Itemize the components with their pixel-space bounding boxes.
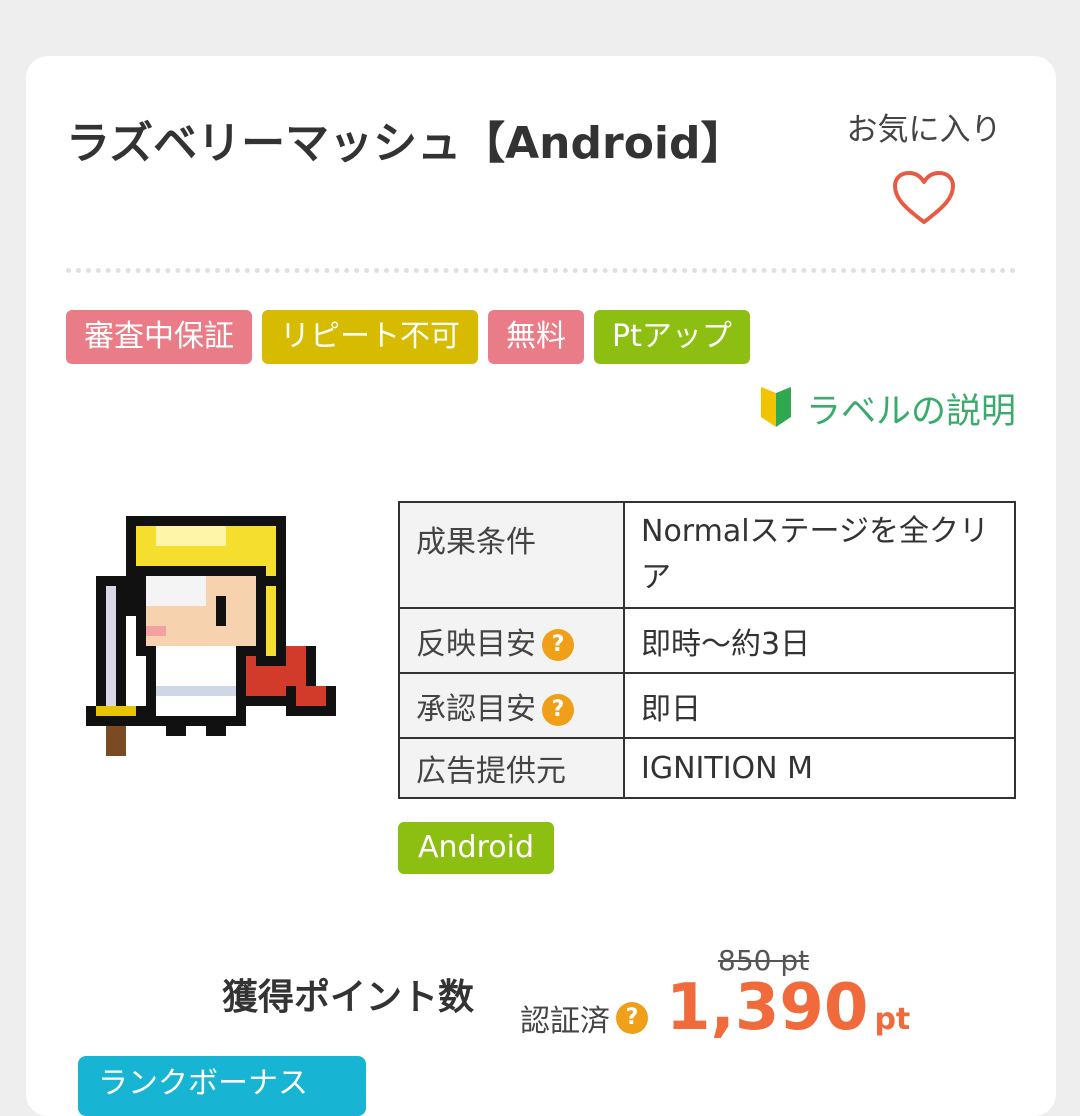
points-value: 1,390 pt: [666, 968, 910, 1048]
verified-label: 認証済: [520, 1004, 610, 1039]
offer-card: ラズベリーマッシュ【Android】 お気に入り 審査中保証 リピート不可 無料…: [26, 56, 1056, 1116]
label-tag: リピート不可: [262, 310, 478, 364]
table-value: 即日: [623, 672, 1016, 739]
table-row: 承認目安? 即日: [398, 672, 1016, 739]
table-value: Normalステージを全クリア: [623, 501, 1016, 609]
page-title: ラズベリーマッシュ【Android】: [66, 118, 745, 169]
label-tag: 審査中保証: [66, 310, 252, 364]
points-unit: pt: [874, 1002, 911, 1037]
label-tag: 無料: [488, 310, 584, 364]
app-icon: [86, 516, 336, 756]
table-key: 成果条件: [398, 501, 625, 609]
info-table: 成果条件 Normalステージを全クリア 反映目安? 即時〜約3日 承認目安? …: [398, 501, 1016, 799]
label-help-link[interactable]: ラベルの説明: [758, 384, 1016, 432]
label-tag: Ptアップ: [594, 310, 750, 364]
points-label: 獲得ポイント数: [222, 977, 475, 1018]
favorite-label: お気に入り: [846, 112, 1002, 148]
favorite-button[interactable]: お気に入り: [834, 110, 1014, 226]
table-row: 反映目安? 即時〜約3日: [398, 607, 1016, 674]
question-icon[interactable]: ?: [542, 629, 574, 661]
table-key: 反映目安: [416, 626, 536, 662]
table-row: 成果条件 Normalステージを全クリア: [398, 501, 1016, 609]
table-key: 承認目安: [416, 691, 536, 727]
rank-bonus-badge[interactable]: ランクボーナス: [78, 1056, 366, 1116]
table-key-cell: 反映目安?: [398, 607, 625, 674]
heart-outline-icon: [893, 171, 955, 224]
table-row: 広告提供元 IGNITION M: [398, 737, 1016, 799]
table-key: 広告提供元: [398, 737, 625, 799]
table-key-cell: 承認目安?: [398, 672, 625, 739]
divider: [66, 268, 1016, 273]
table-value: 即時〜約3日: [623, 607, 1016, 674]
points-number: 1,390: [666, 971, 869, 1045]
os-badge: Android: [398, 822, 554, 874]
question-icon[interactable]: ?: [616, 1002, 648, 1034]
verified-label-group: 認証済 ?: [520, 996, 648, 1040]
beginner-leaf-icon: [760, 387, 791, 427]
table-value: IGNITION M: [623, 737, 1016, 799]
question-icon[interactable]: ?: [542, 694, 574, 726]
label-help-text: ラベルの説明: [805, 391, 1016, 432]
label-list: 審査中保証 リピート不可 無料 Ptアップ: [66, 310, 750, 364]
